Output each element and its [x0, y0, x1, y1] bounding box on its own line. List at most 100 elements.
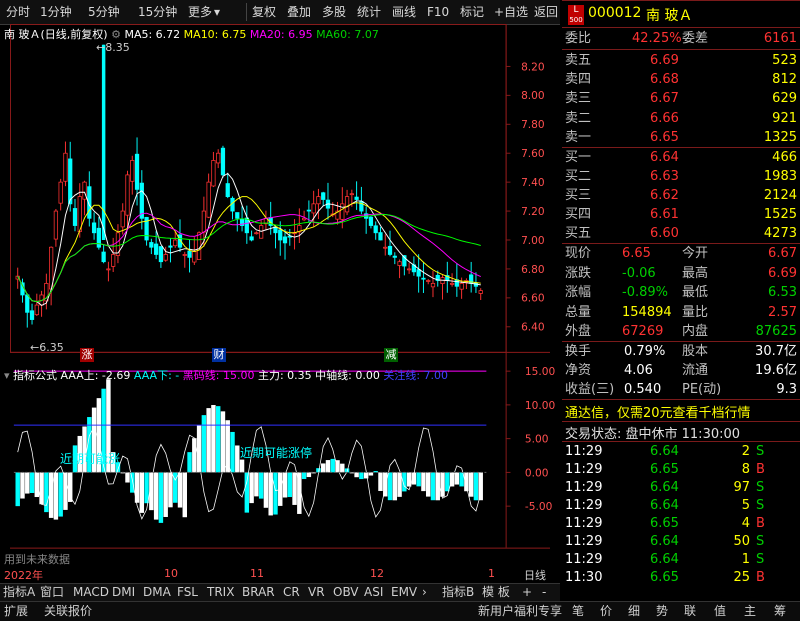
event-marker-finance[interactable]: 财	[212, 348, 226, 362]
event-marker-rise[interactable]: 涨	[80, 348, 94, 362]
stat-label: 量比	[682, 304, 709, 320]
bid-level-label: 买二	[565, 169, 592, 184]
tick-time: 11:29	[565, 498, 603, 513]
stat-value: 6.53	[768, 285, 797, 300]
toolbar-adjust-button[interactable]: 复权	[252, 3, 276, 21]
tab-template[interactable]: 模 板	[482, 585, 510, 600]
candle-body	[373, 225, 378, 234]
bid-price: 6.64	[650, 150, 679, 165]
tab-vr[interactable]: VR	[308, 585, 325, 600]
indicator-bar	[168, 472, 173, 508]
indicator-menu-icon[interactable]: ▾	[4, 369, 10, 382]
status-tab-detail[interactable]: 细	[628, 603, 640, 620]
toolbar-back-button[interactable]: 返回	[534, 3, 558, 21]
tick-side: S	[756, 480, 765, 495]
toolbar-add-watchlist-button[interactable]: +自选	[494, 3, 528, 21]
candle-body	[344, 196, 350, 213]
tab-remove-button[interactable]: -	[542, 585, 546, 600]
indicator-bar	[430, 472, 436, 501]
indicator-bar	[330, 458, 335, 473]
candle-body	[421, 277, 426, 280]
status-tab-link[interactable]: 联	[684, 603, 696, 620]
stat-label: 内盘	[682, 324, 709, 339]
toolbar-period-5min[interactable]: 5分钟	[88, 3, 120, 21]
toolbar-period-1min[interactable]: 1分钟	[40, 3, 72, 21]
date-axis-period[interactable]: 日线	[524, 567, 546, 583]
candle-body	[454, 279, 459, 287]
tab-indicator-a[interactable]: 指标A	[3, 585, 35, 600]
date-axis: 2022年 10 11 12 1 日线	[0, 567, 560, 582]
bid-level-label: 买一	[565, 150, 592, 165]
tab-dma[interactable]: DMA	[143, 585, 171, 600]
stat-label: 总量	[565, 304, 592, 320]
toolbar-overlay-button[interactable]: 叠加	[287, 3, 311, 21]
candle-body	[25, 294, 30, 313]
status-tab-main[interactable]: 主	[744, 603, 756, 620]
candle-body	[220, 147, 226, 176]
tab-indicator-b[interactable]: 指标B	[442, 585, 474, 600]
kline-chart[interactable]: 8.20 8.00 7.80 7.60 7.40 7.20 7.00 6.80 6.60 6.40…	[0, 24, 560, 564]
settings-icon[interactable]: ⚙	[111, 28, 121, 41]
indicator-bar	[445, 472, 450, 492]
status-expand[interactable]: 扩展	[4, 603, 28, 620]
status-new-user-benefit[interactable]: 新用户福利专享	[478, 603, 562, 620]
chevron-down-icon[interactable]: ▾	[214, 3, 220, 21]
tab-scroll-right[interactable]: ›	[422, 585, 427, 600]
status-tab-chips[interactable]: 筹	[774, 603, 786, 620]
tick-volume: 5	[741, 498, 750, 513]
ask-row: 卖一 6.65 1325	[562, 128, 800, 147]
toolbar-draw-button[interactable]: 画线	[392, 3, 416, 21]
upgrade-ad-link[interactable]: 通达信，仅需20元查看千档行情	[565, 402, 751, 421]
stock-title: 南 玻Ａ(日线,前复权)	[4, 28, 108, 41]
ask-volume: 523	[772, 53, 797, 68]
aaa-down-label: AAA下: -	[133, 369, 180, 382]
toolbar-more-button[interactable]: 更多	[188, 3, 212, 21]
tick-price: 6.64	[650, 480, 679, 495]
stat-row: 总量 154894 量比 2.57	[562, 303, 800, 322]
tick-time: 11:30	[565, 570, 603, 585]
candle-body	[34, 304, 39, 316]
tick-price: 6.64	[650, 552, 679, 567]
tab-trix[interactable]: TRIX	[207, 585, 234, 600]
indicator-name[interactable]: 指标公式	[13, 369, 57, 382]
toolbar-mark-button[interactable]: 标记	[460, 3, 484, 21]
status-tab-price[interactable]: 价	[600, 603, 612, 620]
indicator-bar	[139, 472, 145, 513]
tab-fsl[interactable]: FSL	[177, 585, 198, 600]
toolbar-multi-stock-button[interactable]: 多股	[322, 3, 346, 21]
indicator-bar	[416, 472, 421, 487]
indicator-bar	[301, 472, 307, 480]
price-axis-label: 6.60	[521, 293, 545, 305]
candle-body	[225, 183, 230, 197]
status-related-quote[interactable]: 关联报价	[44, 603, 92, 620]
tab-macd[interactable]: MACD	[73, 585, 109, 600]
fundamental-value: 30.7亿	[755, 344, 797, 359]
indicator-bar	[211, 405, 216, 473]
toolbar-period-15min[interactable]: 15分钟	[138, 3, 177, 21]
tab-obv[interactable]: OBV	[333, 585, 359, 600]
tab-emv[interactable]: EMV	[391, 585, 417, 600]
status-tab-value[interactable]: 值	[714, 603, 726, 620]
indicator-bar	[454, 472, 460, 485]
ask-row: 卖三 6.67 629	[562, 89, 800, 108]
candle-body	[387, 245, 393, 255]
toolbar-stats-button[interactable]: 统计	[357, 3, 381, 21]
ma20-label: MA20: 6.95	[249, 28, 313, 41]
indicator-bar	[359, 472, 364, 480]
tab-asi[interactable]: ASI	[364, 585, 383, 600]
candle-body	[426, 280, 431, 282]
status-tab-trades[interactable]: 笔	[572, 603, 584, 620]
event-marker-reduce[interactable]: 减	[384, 348, 398, 362]
stat-value: 6.69	[768, 265, 797, 281]
price-axis-label: 8.20	[521, 61, 545, 73]
tab-add-button[interactable]: +	[522, 585, 532, 600]
status-tab-trend[interactable]: 势	[656, 603, 668, 620]
stat-label: 最低	[682, 285, 709, 300]
toolbar-f10-button[interactable]: F10	[427, 3, 449, 21]
tab-cr[interactable]: CR	[283, 585, 300, 600]
tab-window[interactable]: 窗口	[40, 585, 64, 600]
toolbar-period-intraday[interactable]: 分时	[6, 3, 30, 21]
tab-brar[interactable]: BRAR	[242, 585, 275, 600]
tab-dmi[interactable]: DMI	[112, 585, 135, 600]
tick-time: 11:29	[565, 462, 603, 477]
